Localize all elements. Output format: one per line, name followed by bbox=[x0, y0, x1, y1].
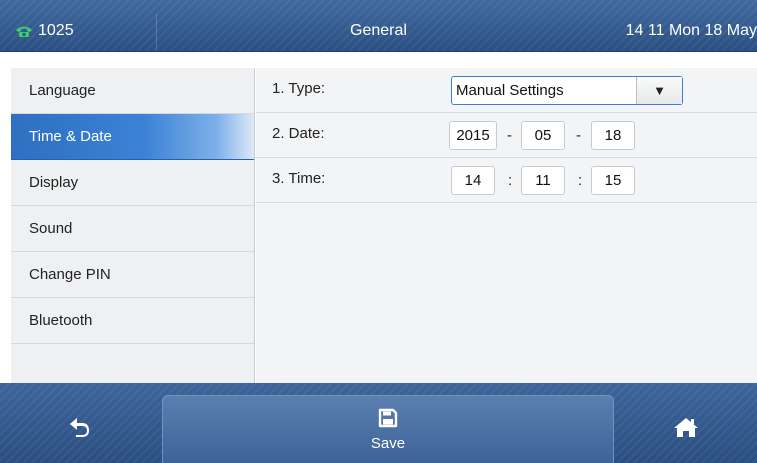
date-month-field[interactable]: 05 bbox=[521, 121, 565, 150]
time-minute-field[interactable]: 11 bbox=[521, 166, 565, 195]
status-bar: 1025 General 14 11 Mon 18 May bbox=[0, 0, 757, 52]
back-button[interactable] bbox=[0, 395, 160, 463]
date-label: 2. Date: bbox=[272, 125, 325, 142]
sidebar-item-bluetooth[interactable]: Bluetooth bbox=[11, 298, 254, 344]
type-row: 1. Type: Manual Settings ▼ bbox=[256, 68, 757, 113]
save-button[interactable]: Save bbox=[162, 395, 614, 463]
sidebar-item-label: Display bbox=[29, 174, 79, 191]
sidebar-item-label: Sound bbox=[29, 220, 73, 237]
sidebar-item-display[interactable]: Display bbox=[11, 160, 254, 206]
back-arrow-icon bbox=[68, 416, 92, 443]
sidebar-item-language[interactable]: Language bbox=[11, 68, 254, 114]
sidebar-item-sound[interactable]: Sound bbox=[11, 206, 254, 252]
time-row: 3. Time: 14 : 11 : 15 bbox=[256, 158, 757, 203]
sidebar-item-change-pin[interactable]: Change PIN bbox=[11, 252, 254, 298]
time-second-field[interactable]: 15 bbox=[591, 166, 635, 195]
time-label: 3. Time: bbox=[272, 170, 326, 187]
softkey-bar: Save bbox=[0, 383, 757, 463]
date-row: 2. Date: 2015 - 05 - 18 bbox=[256, 113, 757, 158]
floppy-disk-icon bbox=[378, 408, 398, 433]
time-hour-field[interactable]: 14 bbox=[451, 166, 495, 195]
sidebar-item-time-date[interactable]: Time & Date bbox=[11, 114, 254, 160]
sidebar-item-label: Change PIN bbox=[29, 266, 111, 283]
type-label: 1. Type: bbox=[272, 80, 326, 97]
date-day-field[interactable]: 18 bbox=[591, 121, 635, 150]
sidebar-item-label: Time & Date bbox=[29, 128, 112, 145]
type-dropdown-value: Manual Settings bbox=[456, 82, 564, 99]
date-year-field[interactable]: 2015 bbox=[449, 121, 497, 150]
date-separator: - bbox=[507, 127, 512, 144]
time-separator: : bbox=[578, 172, 583, 189]
settings-panel: 1. Type: Manual Settings ▼ 2. Date: 2015… bbox=[256, 68, 757, 384]
status-datetime: 14 11 Mon 18 May bbox=[625, 22, 757, 39]
sidebar: Language Time & Date Display Sound Chang… bbox=[11, 68, 255, 384]
time-separator: : bbox=[508, 172, 513, 189]
home-icon bbox=[673, 416, 699, 443]
type-dropdown[interactable]: Manual Settings ▼ bbox=[451, 76, 683, 105]
date-separator: - bbox=[576, 127, 581, 144]
home-button[interactable] bbox=[614, 395, 757, 463]
sidebar-item-label: Language bbox=[29, 82, 96, 99]
chevron-down-icon[interactable]: ▼ bbox=[636, 77, 682, 104]
save-label: Save bbox=[370, 434, 406, 452]
sidebar-item-label: Bluetooth bbox=[29, 312, 93, 329]
